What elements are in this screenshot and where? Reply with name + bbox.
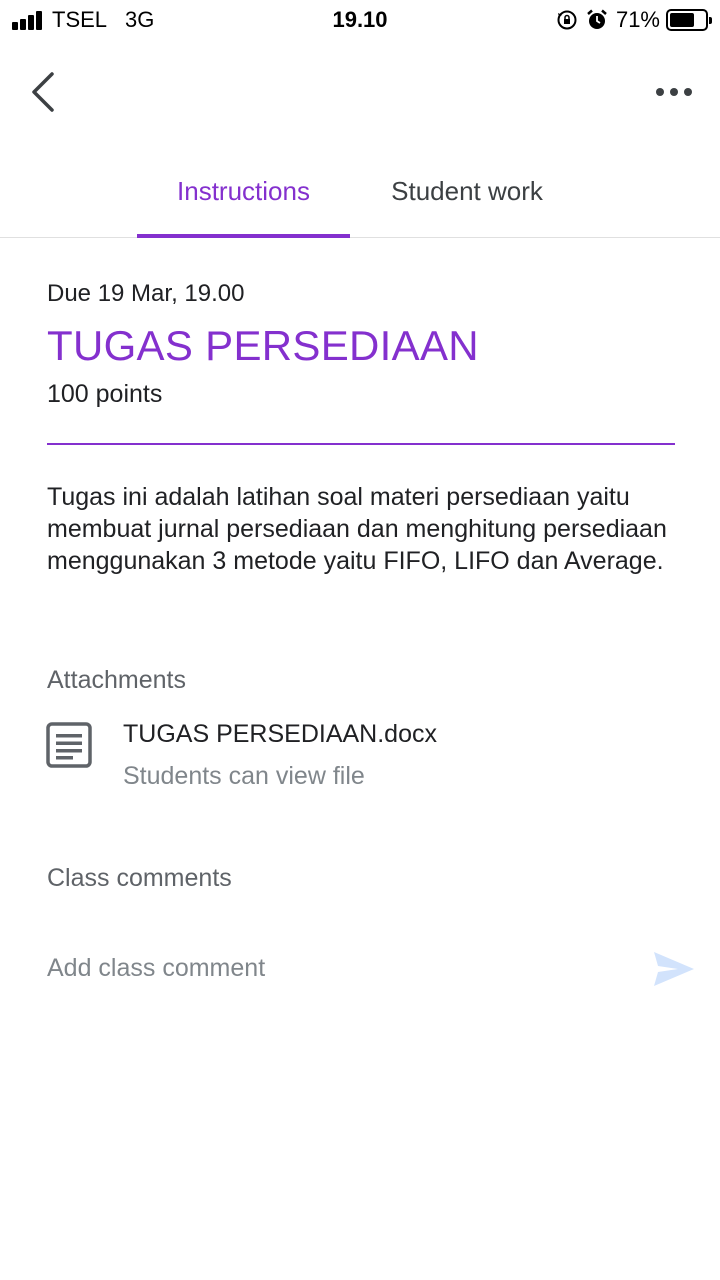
assignment-title: TUGAS PERSEDIAAN	[47, 322, 479, 369]
attachment-item[interactable]: TUGAS PERSEDIAAN.docx Students can view …	[46, 718, 646, 798]
rotation-lock-icon	[557, 10, 577, 30]
attachment-filename: TUGAS PERSEDIAAN.docx	[123, 720, 437, 748]
active-tab-indicator	[137, 234, 350, 238]
assignment-description: Tugas ini adalah latihan soal materi per…	[47, 483, 667, 575]
top-app-bar	[0, 60, 720, 124]
more-options-button[interactable]	[648, 76, 700, 108]
title-divider	[47, 443, 675, 445]
class-comments-heading: Class comments	[47, 864, 232, 892]
attachment-permission: Students can view file	[123, 762, 365, 790]
back-button[interactable]	[24, 70, 64, 114]
battery-percentage: 71%	[615, 7, 660, 32]
add-class-comment-input[interactable]: Add class comment	[47, 954, 265, 983]
tab-bar: Instructions Student work	[0, 160, 720, 238]
more-horizontal-icon	[656, 88, 692, 96]
battery-tip	[709, 17, 712, 24]
battery-fill	[670, 13, 694, 27]
status-bar: TSEL 3G 19.10 71%	[0, 0, 720, 40]
attachments-heading: Attachments	[47, 666, 186, 694]
status-bar-right: 71%	[556, 7, 712, 33]
document-icon	[46, 722, 92, 768]
battery-icon	[666, 9, 712, 31]
assignment-details: Due 19 Mar, 19.00 TUGAS PERSEDIAAN 100 p…	[47, 280, 675, 577]
send-comment-button[interactable]	[652, 950, 696, 988]
tab-student-work[interactable]: Student work	[362, 176, 572, 207]
send-icon	[654, 952, 694, 986]
assignment-points: 100 points	[47, 380, 163, 408]
due-date: Due 19 Mar, 19.00	[47, 280, 245, 307]
chevron-left-icon	[32, 72, 54, 112]
alarm-icon	[587, 9, 607, 29]
tab-instructions[interactable]: Instructions	[137, 176, 350, 207]
